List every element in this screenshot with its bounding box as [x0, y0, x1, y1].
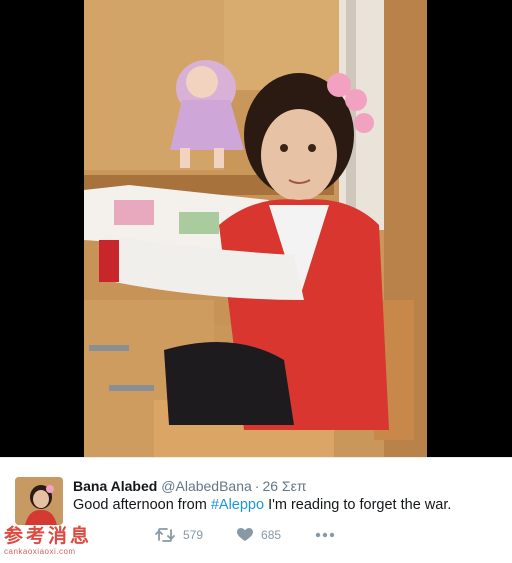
avatar-image [15, 477, 63, 525]
watermark: 参考消息 cankaoxiaoxi.com [4, 526, 108, 560]
tweet-actions: 579 685 [155, 525, 377, 545]
user-handle[interactable]: @AlabedBana [161, 478, 252, 494]
more-icon [315, 532, 335, 538]
retweet-icon [155, 528, 175, 542]
user-name[interactable]: Bana Alabed [73, 478, 157, 494]
tweet-text-before: Good afternoon from [73, 497, 211, 513]
tweet-text: Good afternoon from #Aleppo I'm reading … [73, 497, 451, 513]
tweet-date[interactable]: 26 Σεπ [262, 478, 306, 494]
watermark-url: cankaoxiaoxi.com [4, 547, 76, 556]
photo-illustration [84, 0, 427, 457]
heart-icon [237, 528, 254, 541]
avatar[interactable] [15, 477, 63, 525]
tweet-header: Bana Alabed @AlabedBana · 26 Σεπ [73, 478, 307, 494]
hashtag-link[interactable]: #Aleppo [211, 497, 264, 513]
like-button[interactable]: 685 [237, 528, 281, 542]
tweet-text-after: I'm reading to forget the war. [264, 497, 452, 513]
retweet-count: 579 [183, 528, 204, 542]
tweet-card: Bana Alabed @AlabedBana · 26 Σεπ Good after… [0, 458, 512, 563]
tweet-photo[interactable] [0, 0, 512, 457]
photo-content [84, 0, 427, 457]
retweet-button[interactable]: 579 [155, 528, 203, 542]
like-count: 685 [261, 528, 282, 542]
more-button[interactable] [315, 532, 343, 538]
watermark-logo-text: 参考消息 [4, 525, 93, 547]
separator: · [254, 478, 260, 494]
